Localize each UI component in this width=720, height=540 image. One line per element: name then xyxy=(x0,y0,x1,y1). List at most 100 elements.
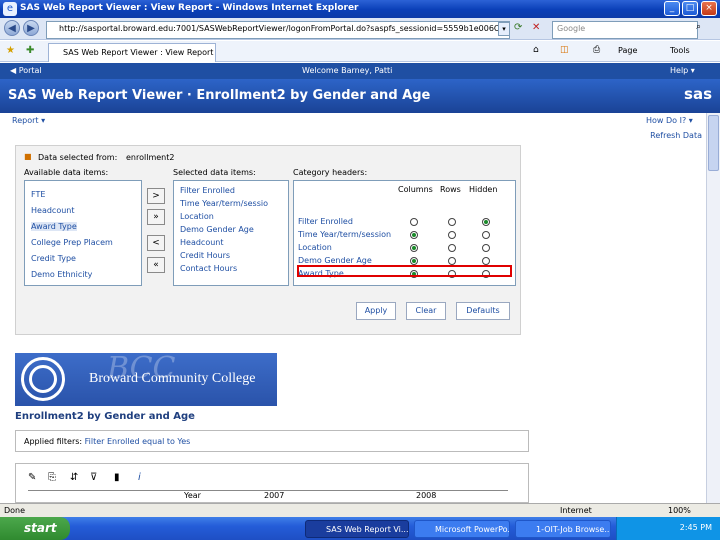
chart-icon[interactable]: ▮ xyxy=(114,472,120,483)
remove-item-button[interactable]: < xyxy=(147,235,165,251)
apply-button[interactable]: Apply xyxy=(356,302,396,320)
hidden-radio[interactable] xyxy=(482,218,490,226)
columns-radio[interactable] xyxy=(410,244,418,252)
page-menu[interactable]: Page xyxy=(618,46,637,55)
refresh-icon[interactable]: ⟳ xyxy=(514,22,528,36)
banner-title: SAS Web Report Viewer · Enrollment2 by G… xyxy=(8,88,431,103)
rows-radio[interactable] xyxy=(448,244,456,252)
forward-button[interactable]: ▶ xyxy=(23,20,39,36)
search-input[interactable]: Google xyxy=(552,21,698,39)
clear-button[interactable]: Clear xyxy=(406,302,446,320)
start-button[interactable]: start xyxy=(0,517,70,540)
tools-menu[interactable]: Tools xyxy=(670,46,690,55)
tab-bar: ★ ✚ SAS Web Report Viewer : View Report … xyxy=(0,41,720,62)
selected-items-label: Selected data items: xyxy=(173,168,256,177)
list-item[interactable]: Demo Ethnicity xyxy=(31,270,92,279)
remove-all-button[interactable]: « xyxy=(147,257,165,273)
list-item[interactable]: Filter Enrolled xyxy=(180,186,235,195)
available-items-label: Available data items: xyxy=(24,168,109,177)
category-row-label: Demo Gender Age xyxy=(298,256,372,265)
print-icon[interactable]: ⎙ xyxy=(593,45,600,55)
list-item[interactable]: Credit Hours xyxy=(180,251,230,260)
list-item[interactable]: College Prep Placem xyxy=(31,238,113,247)
vertical-scrollbar[interactable] xyxy=(706,113,720,503)
maximize-button[interactable]: □ xyxy=(682,1,698,16)
list-item[interactable]: Headcount xyxy=(31,206,75,215)
selected-items-list[interactable]: Filter Enrolled Time Year/term/sessio Lo… xyxy=(173,180,289,286)
add-favorite-icon[interactable]: ✚ xyxy=(26,45,34,56)
back-button[interactable]: ◀ xyxy=(4,20,20,36)
columns-radio[interactable] xyxy=(410,218,418,226)
table-toolbar: ✎ ⎘ ⇵ ⊽ ▮ i xyxy=(28,472,178,488)
data-selection-panel: ■ Data selected from: enrollment2 Availa… xyxy=(15,145,521,335)
minimize-button[interactable]: _ xyxy=(664,1,680,16)
report-title: Enrollment2 by Gender and Age xyxy=(15,411,195,422)
address-bar: ◀ ▶ http://sasportal.broward.edu:7001/SA… xyxy=(0,18,720,40)
tab-sas-report[interactable]: SAS Web Report Viewer : View Report xyxy=(48,43,216,62)
table-header-row: Year 2007 2008 xyxy=(28,490,508,501)
rows-radio[interactable] xyxy=(448,231,456,239)
search-icon[interactable]: ⌕ xyxy=(696,22,710,36)
list-item[interactable]: Location xyxy=(180,212,214,221)
stop-icon[interactable]: ✕ xyxy=(532,22,546,36)
category-row-label: Location xyxy=(298,243,332,252)
hidden-radio[interactable] xyxy=(482,231,490,239)
filters-label: Applied filters: xyxy=(24,437,83,446)
window-title: SAS Web Report Viewer : View Report - Wi… xyxy=(20,3,359,13)
year-2008[interactable]: 2008 xyxy=(416,491,436,500)
task-sas-viewer[interactable]: SAS Web Report Vi... xyxy=(305,520,409,538)
scrollbar-thumb[interactable] xyxy=(708,115,719,171)
available-items-list[interactable]: FTE Headcount Award Type College Prep Pl… xyxy=(24,180,142,286)
list-item[interactable]: Award Type xyxy=(31,222,77,231)
feeds-icon[interactable]: ◫ xyxy=(560,45,569,55)
favorites-star-icon[interactable]: ★ xyxy=(6,45,15,56)
sort-icon[interactable]: ⇵ xyxy=(70,472,78,483)
home-icon[interactable]: ⌂ xyxy=(533,45,539,55)
filter-icon[interactable]: ⊽ xyxy=(90,472,97,483)
year-2007[interactable]: 2007 xyxy=(264,491,284,500)
hidden-header: Hidden xyxy=(469,185,498,194)
hidden-radio[interactable] xyxy=(482,257,490,265)
help-menu[interactable]: Help ▾ xyxy=(670,66,695,75)
list-item[interactable]: Time Year/term/sessio xyxy=(180,199,268,208)
export-icon[interactable]: ⎘ xyxy=(48,472,56,483)
list-item[interactable]: Headcount xyxy=(180,238,224,247)
welcome-text: Welcome Barney, Patti xyxy=(302,66,393,75)
task-browse[interactable]: 1-OIT-Job Browse... xyxy=(515,520,611,538)
ie-icon: e xyxy=(3,2,17,16)
list-item[interactable]: Credit Type xyxy=(31,254,76,263)
close-button[interactable]: × xyxy=(701,1,717,16)
columns-radio[interactable] xyxy=(410,231,418,239)
list-item[interactable]: Contact Hours xyxy=(180,264,237,273)
applied-filters: Applied filters: Filter Enrolled equal t… xyxy=(15,430,529,452)
hidden-radio[interactable] xyxy=(482,244,490,252)
add-item-button[interactable]: > xyxy=(147,188,165,204)
url-field[interactable]: http://sasportal.broward.edu:7001/SASWeb… xyxy=(46,21,510,39)
columns-radio[interactable] xyxy=(410,257,418,265)
refresh-data-link[interactable]: Refresh Data xyxy=(610,131,702,140)
defaults-button[interactable]: Defaults xyxy=(456,302,510,320)
source-label: Data selected from: xyxy=(38,153,118,162)
portal-bar: ◀ Portal Welcome Barney, Patti Help ▾ xyxy=(0,63,720,79)
list-item[interactable]: FTE xyxy=(31,190,45,199)
portal-link[interactable]: ◀ Portal xyxy=(10,66,42,75)
report-menu[interactable]: Report ▾ xyxy=(12,116,45,125)
info-icon[interactable]: i xyxy=(138,472,141,483)
highlight-box xyxy=(297,265,512,277)
how-do-i-menu[interactable]: How Do I? ▾ xyxy=(646,116,693,125)
edit-icon[interactable]: ✎ xyxy=(28,472,36,483)
rows-header: Rows xyxy=(440,185,461,194)
zone-text: Internet xyxy=(560,506,592,515)
rows-radio[interactable] xyxy=(448,257,456,265)
category-row-label: Time Year/term/session xyxy=(298,230,392,239)
clock: 2:45 PM xyxy=(679,523,712,532)
url-dropdown-icon[interactable]: ▾ xyxy=(498,22,510,36)
category-row-label: Filter Enrolled xyxy=(298,217,353,226)
system-tray: 2:45 PM xyxy=(616,517,720,540)
add-all-button[interactable]: » xyxy=(147,209,165,225)
rows-radio[interactable] xyxy=(448,218,456,226)
list-item[interactable]: Demo Gender Age xyxy=(180,225,254,234)
college-logo: BCC Broward Community College xyxy=(15,351,277,406)
task-powerpoint[interactable]: Microsoft PowerPo... xyxy=(414,520,510,538)
zoom-level[interactable]: 100% xyxy=(668,506,691,515)
